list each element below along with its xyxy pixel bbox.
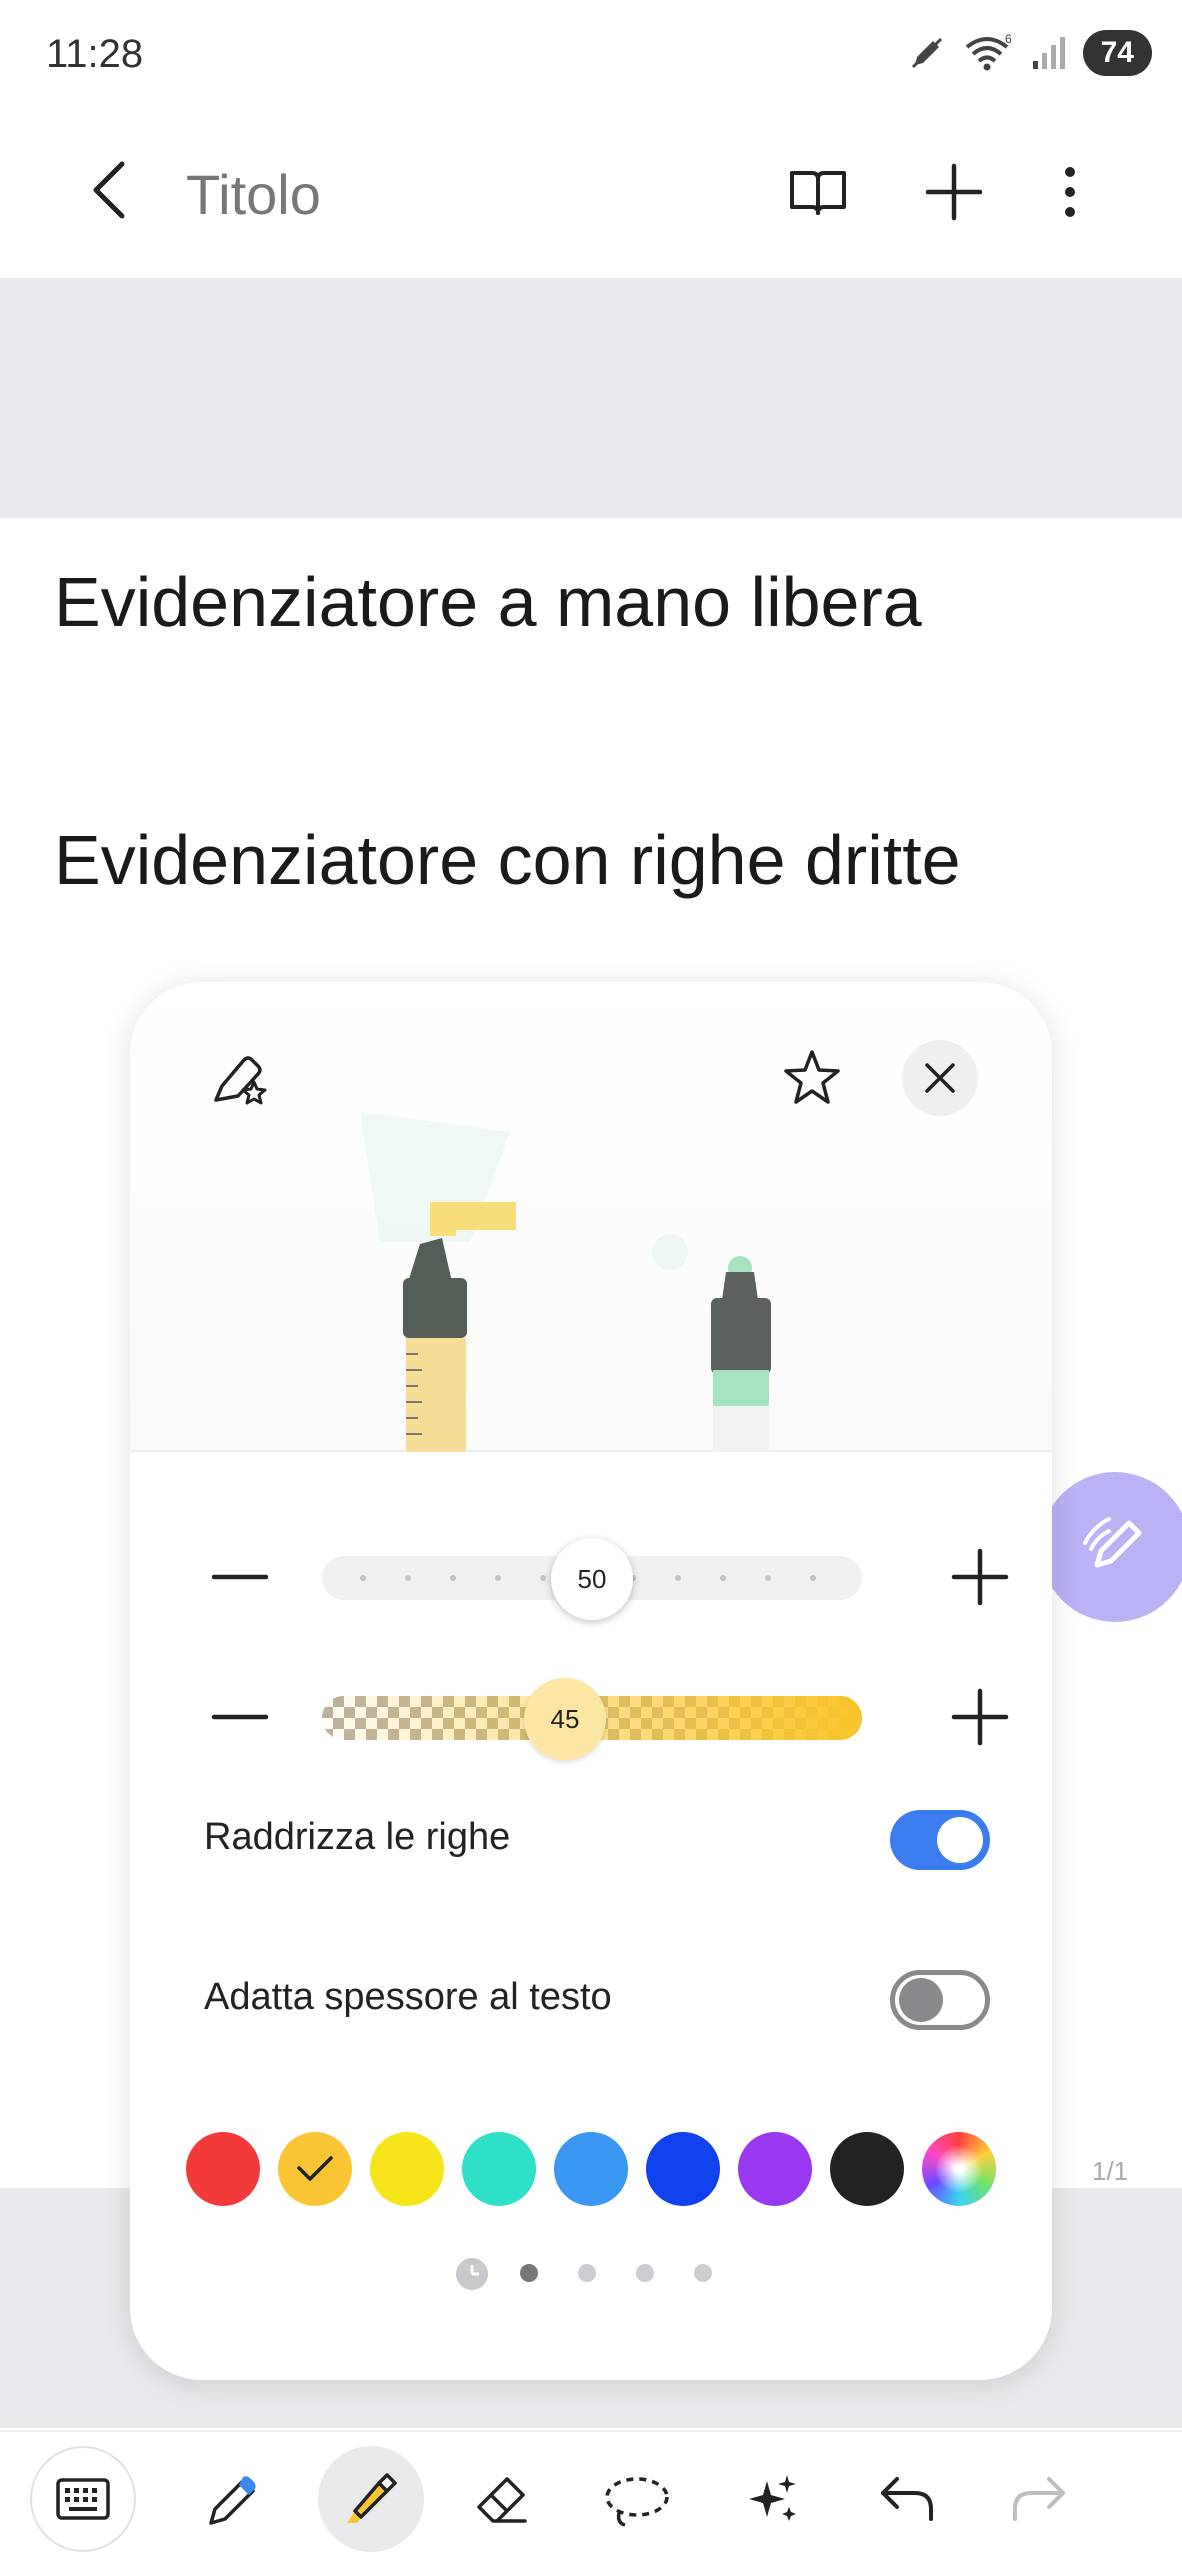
note-title[interactable]: Titolo [186, 162, 321, 227]
recent-colors-icon[interactable] [456, 2258, 488, 2290]
app-bar: Titolo [0, 110, 1182, 278]
battery-indicator: 74 [1082, 30, 1152, 76]
status-icons: 6 74 [907, 30, 1152, 76]
pen-icon [209, 2476, 256, 2525]
pen-star-icon [214, 1056, 267, 1105]
minus-icon [211, 1574, 269, 1580]
wifi-icon: 6 [965, 33, 1012, 71]
highlighter-icon [347, 2473, 397, 2523]
switch-knob [937, 1817, 983, 1863]
slider-tick [540, 1575, 546, 1581]
slider-tick [495, 1575, 501, 1581]
status-time: 11:28 [46, 32, 144, 76]
opacity-decrease-button[interactable] [200, 1677, 280, 1757]
svg-text:6: 6 [1005, 33, 1012, 46]
custom-pen-button[interactable] [200, 1038, 280, 1118]
bottom-toolbar [0, 2430, 1182, 2560]
slider-tick [450, 1575, 456, 1581]
color-swatch[interactable] [738, 2132, 812, 2206]
switch-knob [899, 1978, 943, 2022]
more-options-button[interactable] [1030, 152, 1110, 232]
color-swatch[interactable] [186, 2132, 260, 2206]
color-swatch[interactable] [646, 2132, 720, 2206]
line-text: Evidenziatore a mano libera [54, 563, 922, 641]
page-dot[interactable] [694, 2264, 712, 2282]
floating-pen-button[interactable] [1040, 1472, 1182, 1622]
ai-assist-button[interactable] [720, 2446, 826, 2552]
undo-button[interactable] [854, 2446, 960, 2552]
plus-icon [951, 1688, 1009, 1746]
adapt-thickness-row: Adatta spessore al testo [204, 1954, 990, 2044]
book-icon [790, 171, 846, 215]
opacity-slider[interactable]: 45 [322, 1678, 862, 1760]
add-page-button[interactable] [914, 152, 994, 232]
pen-status-icon [911, 37, 942, 69]
handwriting-line: Evidenziatore con righe dritte [48, 820, 997, 900]
status-bar: 11:28 6 74 [0, 0, 1182, 110]
plus-icon [951, 1548, 1009, 1606]
keyboard-icon [56, 2478, 110, 2520]
slider-tick [405, 1575, 411, 1581]
opacity-increase-button[interactable] [940, 1677, 1020, 1757]
page-number: 1/1 [1092, 2156, 1129, 2186]
straighten-lines-label: Raddrizza le righe [204, 1816, 511, 1858]
color-palette [186, 2132, 1006, 2212]
straighten-lines-row: Raddrizza le righe [204, 1794, 990, 1884]
size-decrease-button[interactable] [200, 1537, 280, 1617]
custom-color-swatch[interactable] [922, 2132, 996, 2206]
check-icon [297, 2156, 333, 2181]
page-dot[interactable] [636, 2264, 654, 2282]
lasso-tool-button[interactable] [584, 2446, 690, 2552]
page-dot[interactable] [578, 2264, 596, 2282]
slider-tick [810, 1575, 816, 1581]
highlighter-settings-panel: 50 45 Raddrizza le righe Adatta spessore… [130, 982, 1052, 2380]
size-slider-thumb[interactable]: 50 [551, 1538, 633, 1620]
close-panel-button[interactable] [902, 1040, 978, 1116]
page-dot[interactable] [520, 2264, 538, 2282]
size-slider-row: 50 [200, 1532, 1009, 1622]
opacity-slider-row: 45 [200, 1672, 1009, 1762]
color-swatch[interactable] [278, 2132, 352, 2206]
keyboard-button[interactable] [30, 2446, 136, 2552]
color-swatch[interactable] [370, 2132, 444, 2206]
slider-tick [765, 1575, 771, 1581]
pen-tool-button[interactable] [180, 2446, 286, 2552]
undo-icon [881, 2477, 933, 2521]
opacity-slider-thumb[interactable]: 45 [524, 1678, 606, 1760]
more-vert-icon [1065, 167, 1075, 217]
palette-pager [456, 2254, 736, 2294]
size-increase-button[interactable] [940, 1537, 1020, 1617]
straighten-lines-switch[interactable] [890, 1810, 990, 1870]
redo-button[interactable] [986, 2446, 1092, 2552]
minus-icon [211, 1714, 269, 1720]
adapt-thickness-switch[interactable] [890, 1970, 990, 2030]
redo-icon [1013, 2477, 1065, 2521]
pen-preview [130, 982, 1052, 1452]
slider-tick [720, 1575, 726, 1581]
lasso-icon [605, 2477, 669, 2527]
slider-tick [360, 1575, 366, 1581]
adapt-thickness-label: Adatta spessore al testo [204, 1976, 612, 2018]
size-slider[interactable]: 50 [322, 1538, 862, 1620]
highlighter-tool-button[interactable] [318, 2446, 424, 2552]
signal-icon [1032, 37, 1065, 69]
page-gap [0, 278, 1182, 518]
color-swatch[interactable] [830, 2132, 904, 2206]
eraser-tool-button[interactable] [450, 2446, 556, 2552]
eraser-icon [477, 2477, 527, 2523]
handwriting-line: Evidenziatore a mano libera [47, 562, 958, 644]
add-favorite-button[interactable] [772, 1038, 852, 1118]
line-text: Evidenziatore con righe dritte [54, 821, 961, 899]
close-icon [925, 1063, 955, 1093]
pen-icon [1083, 1517, 1142, 1568]
slider-tick [675, 1575, 681, 1581]
chevron-left-icon [93, 161, 125, 219]
color-swatch[interactable] [554, 2132, 628, 2206]
reading-mode-button[interactable] [778, 152, 858, 232]
sparkle-icon [749, 2475, 796, 2521]
plus-icon [925, 163, 983, 221]
color-swatch[interactable] [462, 2132, 536, 2206]
star-icon [784, 1050, 840, 1104]
back-button[interactable] [72, 152, 148, 228]
